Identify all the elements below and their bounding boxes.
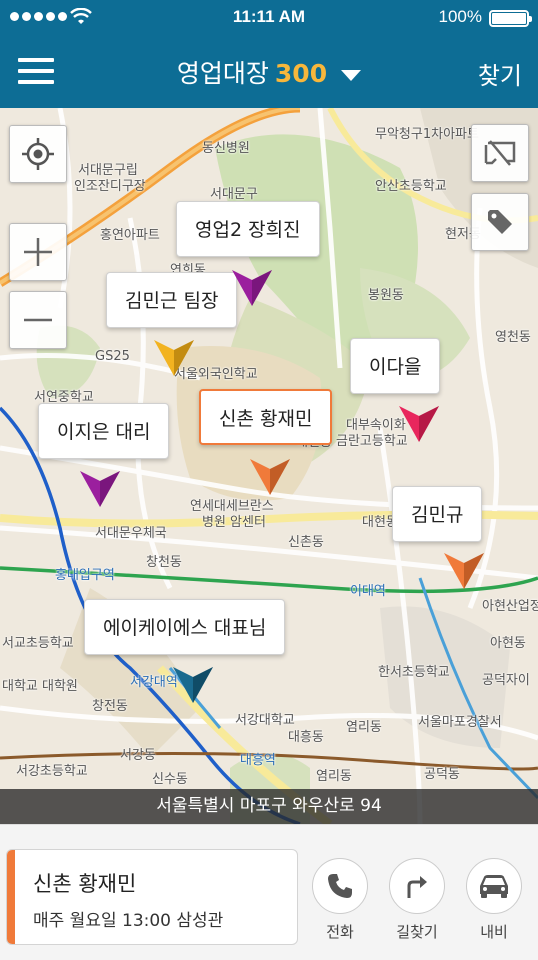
map-label: 동신병원 xyxy=(202,141,250,156)
map-marker-pin[interactable] xyxy=(397,404,441,444)
map-label: 아현산업정 xyxy=(482,599,538,614)
map-label: 대흥동 xyxy=(288,730,324,745)
map-label: 신수동 xyxy=(152,772,188,787)
contact-name: 신촌 황재민 xyxy=(33,872,137,896)
plus-icon xyxy=(24,238,52,266)
cast-off-button[interactable] xyxy=(471,124,529,182)
navigation-label: 내비 xyxy=(480,923,508,941)
directions-label: 길찾기 xyxy=(396,923,438,941)
contact-schedule: 매주 월요일 13:00 삼성관 xyxy=(33,911,224,931)
map-label: 한서초등학교 xyxy=(378,665,450,680)
chevron-down-icon xyxy=(341,69,362,81)
map-label: 영천동 xyxy=(495,330,531,345)
page-title: 영업대장 xyxy=(176,59,269,88)
phone-icon xyxy=(328,874,352,898)
battery-icon xyxy=(489,10,532,27)
call-button[interactable]: 전화 xyxy=(310,858,370,942)
pin-label-akas[interactable]: 에이케이에스 대표님 xyxy=(84,599,286,655)
locate-button[interactable] xyxy=(9,125,67,183)
map-marker-pin[interactable] xyxy=(442,551,486,591)
map-label: 대흥역 xyxy=(240,753,276,768)
map-label: 대학교 대학원 xyxy=(2,679,78,694)
map-label: 염리동 xyxy=(346,720,382,735)
pin-label-idaeul[interactable]: 이다을 xyxy=(350,338,441,394)
selected-contact-card[interactable]: 신촌 황재민 매주 월요일 13:00 삼성관 xyxy=(6,849,298,945)
directions-button[interactable]: 길찾기 xyxy=(387,858,447,942)
map-label: 아현동 xyxy=(490,636,526,651)
map-label: 서대문우체국 xyxy=(95,526,167,541)
map-marker-pin[interactable] xyxy=(230,268,274,308)
map-marker-pin[interactable] xyxy=(171,665,215,705)
map-label: 서교초등학교 xyxy=(2,636,74,651)
title-dropdown[interactable]: 영업대장 300 xyxy=(0,54,538,90)
map-label: 공덕자이 xyxy=(482,673,530,688)
call-label: 전화 xyxy=(326,923,354,941)
zoom-in-button[interactable] xyxy=(9,223,67,281)
minus-icon xyxy=(24,318,52,322)
map-marker-pin[interactable] xyxy=(248,457,292,497)
find-button[interactable]: 찾기 xyxy=(478,56,522,91)
map-label: 무악청구1차아파트 xyxy=(375,127,479,142)
pin-label-kimmingyu[interactable]: 김민규 xyxy=(392,486,483,542)
map-label: 안산초등학교 xyxy=(375,179,447,194)
pin-label-leejieun[interactable]: 이지은 대리 xyxy=(38,403,170,459)
map-label: 홍연아파트 xyxy=(100,228,160,243)
crosshair-icon xyxy=(22,138,54,170)
map-label: 서강대학교 xyxy=(235,713,295,728)
navigation-button[interactable]: 내비 xyxy=(464,858,524,942)
map-label: 병원 암센터 xyxy=(202,515,266,530)
map-label: 서울마포경찰서 xyxy=(418,715,502,730)
card-accent-bar xyxy=(7,850,15,944)
bottom-panel: 신촌 황재민 매주 월요일 13:00 삼성관 전화 길찾기 내비 xyxy=(0,824,538,960)
map-label: 염리동 xyxy=(316,769,352,784)
map-label: GS25 xyxy=(95,349,130,364)
map-label: 창천동 xyxy=(146,555,182,570)
map-label: 서강동 xyxy=(120,748,156,763)
map-view[interactable]: 동신병원 서대문구립 인조잔디구장 홍연아파트 서대문구 무악청구1차아파트 안… xyxy=(0,108,538,824)
map-label: 이대역 xyxy=(350,584,386,599)
map-label: 봉원동 xyxy=(368,288,404,303)
map-label: 인조잔디구장 xyxy=(74,179,146,194)
car-icon xyxy=(480,875,508,898)
tag-icon xyxy=(488,210,512,234)
map-label: 서강초등학교 xyxy=(16,764,88,779)
map-label: 공덕동 xyxy=(424,767,460,782)
status-bar: 11:11 AM 100% xyxy=(0,0,538,36)
customer-count: 300 xyxy=(274,59,328,88)
app-header: 11:11 AM 100% 영업대장 300 찾기 xyxy=(0,0,538,108)
map-label: 창전동 xyxy=(92,699,128,714)
screen-off-icon xyxy=(484,140,516,166)
tag-button[interactable] xyxy=(471,193,529,251)
map-marker-pin[interactable] xyxy=(152,338,196,378)
zoom-out-button[interactable] xyxy=(9,291,67,349)
pin-label-sales2[interactable]: 영업2 장희진 xyxy=(176,201,320,257)
map-label: 신촌동 xyxy=(288,535,324,550)
pin-label-kimmingeun[interactable]: 김민근 팀장 xyxy=(106,272,238,328)
map-label: 서대문구 xyxy=(210,187,258,202)
map-marker-pin[interactable] xyxy=(78,469,122,509)
map-label: 홍대입구역 xyxy=(55,568,115,583)
nav-bar: 영업대장 300 찾기 xyxy=(0,36,538,108)
battery-percent: 100% xyxy=(438,7,482,26)
directions-icon xyxy=(407,876,427,898)
pin-label-sinchon[interactable]: 신촌 황재민 xyxy=(199,389,333,445)
address-bar: 서울특별시 마포구 와우산로 94 xyxy=(0,789,538,824)
